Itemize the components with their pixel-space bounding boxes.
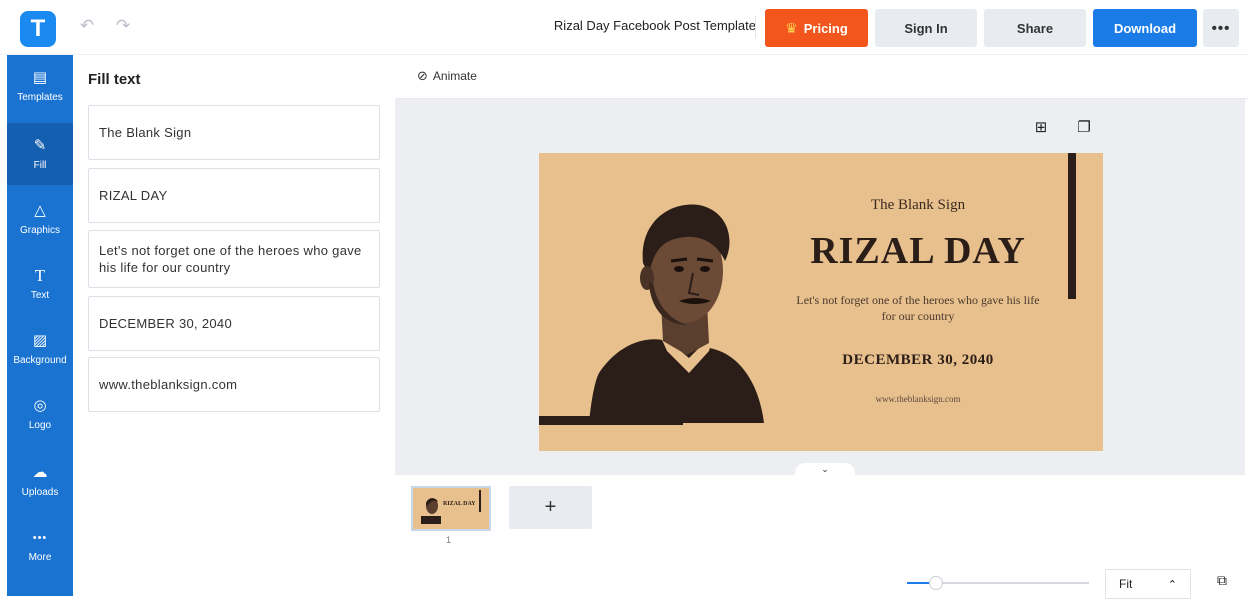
sidebar-item-label: Fill: [33, 160, 47, 171]
more-icon: •••: [32, 532, 48, 544]
design-url[interactable]: www.theblanksign.com: [789, 394, 1047, 404]
design-date[interactable]: DECEMBER 30, 2040: [789, 352, 1047, 369]
zoom-select[interactable]: Fit ⌃: [1105, 569, 1191, 599]
sidebar-item-label: Templates: [17, 92, 63, 103]
redo-icon[interactable]: ↷: [113, 16, 133, 36]
page-number: 1: [446, 535, 452, 545]
animate-button[interactable]: ⊘ Animate: [417, 68, 477, 84]
workspace-toolbar: ⊘ Animate: [395, 55, 1248, 99]
panel-title: Fill text: [88, 71, 141, 88]
sidebar-item-uploads[interactable]: ☁ Uploads: [7, 450, 73, 512]
left-rail: ▤ Templates ✎ Fill △ Graphics T Text ▨ B…: [7, 55, 73, 596]
design-subtitle[interactable]: The Blank Sign: [789, 197, 1047, 214]
fill-field-title[interactable]: RIZAL DAY: [88, 168, 380, 223]
page-thumbnail[interactable]: RIZAL DAY: [411, 486, 491, 531]
top-bar: T ↶ ↷ Rizal Day Facebook Post Template ♛…: [0, 0, 1248, 55]
zoom-slider-handle[interactable]: [929, 576, 943, 590]
text-icon: T: [34, 266, 46, 285]
expand-pages-chevron-icon[interactable]: ⌄: [795, 463, 855, 475]
crown-icon: ♛: [785, 19, 798, 36]
page-list-icon[interactable]: ⧉: [1212, 572, 1232, 592]
thumbnail-title: RIZAL DAY: [443, 501, 476, 507]
pencil-icon: ✎: [33, 137, 47, 154]
shapes-icon: △: [34, 202, 46, 219]
background-icon: ▨: [32, 332, 48, 349]
sidebar-item-graphics[interactable]: △ Graphics: [7, 188, 73, 250]
share-button[interactable]: Share: [984, 9, 1086, 47]
thumbnail-accent-bar: [479, 490, 481, 512]
logo-icon: ◎: [33, 397, 47, 414]
templates-icon: ▤: [32, 69, 48, 86]
fill-field-brand[interactable]: The Blank Sign: [88, 105, 380, 160]
document-title[interactable]: Rizal Day Facebook Post Template: [500, 18, 756, 33]
sidebar-item-text[interactable]: T Text: [7, 253, 73, 315]
download-button[interactable]: Download: [1093, 9, 1197, 47]
upload-icon: ☁: [32, 464, 48, 481]
sign-in-button[interactable]: Sign In: [875, 9, 977, 47]
app-logo[interactable]: T: [20, 11, 56, 47]
sidebar-item-label: Background: [13, 355, 67, 366]
pricing-button[interactable]: ♛ Pricing: [765, 9, 868, 47]
portrait-illustration[interactable]: [589, 183, 769, 423]
add-page-icon[interactable]: ⊞: [1032, 119, 1050, 137]
pricing-label: Pricing: [803, 20, 848, 36]
toolbar-divider: [755, 16, 756, 38]
sidebar-item-label: Graphics: [19, 225, 60, 236]
sidebar-item-templates[interactable]: ▤ Templates: [7, 55, 73, 117]
zoom-value: Fit: [1119, 577, 1133, 591]
zoom-slider[interactable]: [907, 576, 1089, 590]
sidebar-item-more[interactable]: ••• More: [7, 515, 73, 577]
sidebar-item-logo[interactable]: ◎ Logo: [7, 383, 73, 445]
design-description[interactable]: Let's not forget one of the heroes who g…: [789, 292, 1047, 324]
sidebar-item-fill[interactable]: ✎ Fill: [7, 123, 73, 185]
add-page-button[interactable]: +: [509, 486, 592, 529]
design-title[interactable]: RIZAL DAY: [789, 229, 1047, 273]
fill-field-date[interactable]: DECEMBER 30, 2040: [88, 296, 380, 351]
animate-label: Animate: [432, 69, 477, 83]
accent-bar-vertical: [1068, 153, 1076, 299]
chevron-up-icon: ⌃: [1167, 578, 1177, 591]
thumbnail-portrait: [421, 498, 441, 524]
animate-icon: ⊘: [417, 68, 428, 83]
more-options-button[interactable]: •••: [1203, 9, 1239, 47]
sidebar-item-label: Text: [30, 290, 50, 301]
sidebar-item-label: Uploads: [21, 487, 59, 498]
sidebar-item-label: Logo: [28, 420, 52, 431]
fill-field-url[interactable]: www.theblanksign.com: [88, 357, 380, 412]
design-canvas[interactable]: The Blank Sign RIZAL DAY Let's not forge…: [539, 153, 1103, 451]
sidebar-item-background[interactable]: ▨ Background: [7, 318, 73, 380]
undo-icon[interactable]: ↶: [77, 16, 97, 36]
duplicate-page-icon[interactable]: ❐: [1075, 119, 1093, 137]
sidebar-item-label: More: [28, 552, 52, 563]
fill-field-description[interactable]: Let's not forget one of the heroes who g…: [88, 230, 380, 288]
fill-text-panel: Fill text The Blank Sign RIZAL DAY Let's…: [73, 55, 395, 596]
